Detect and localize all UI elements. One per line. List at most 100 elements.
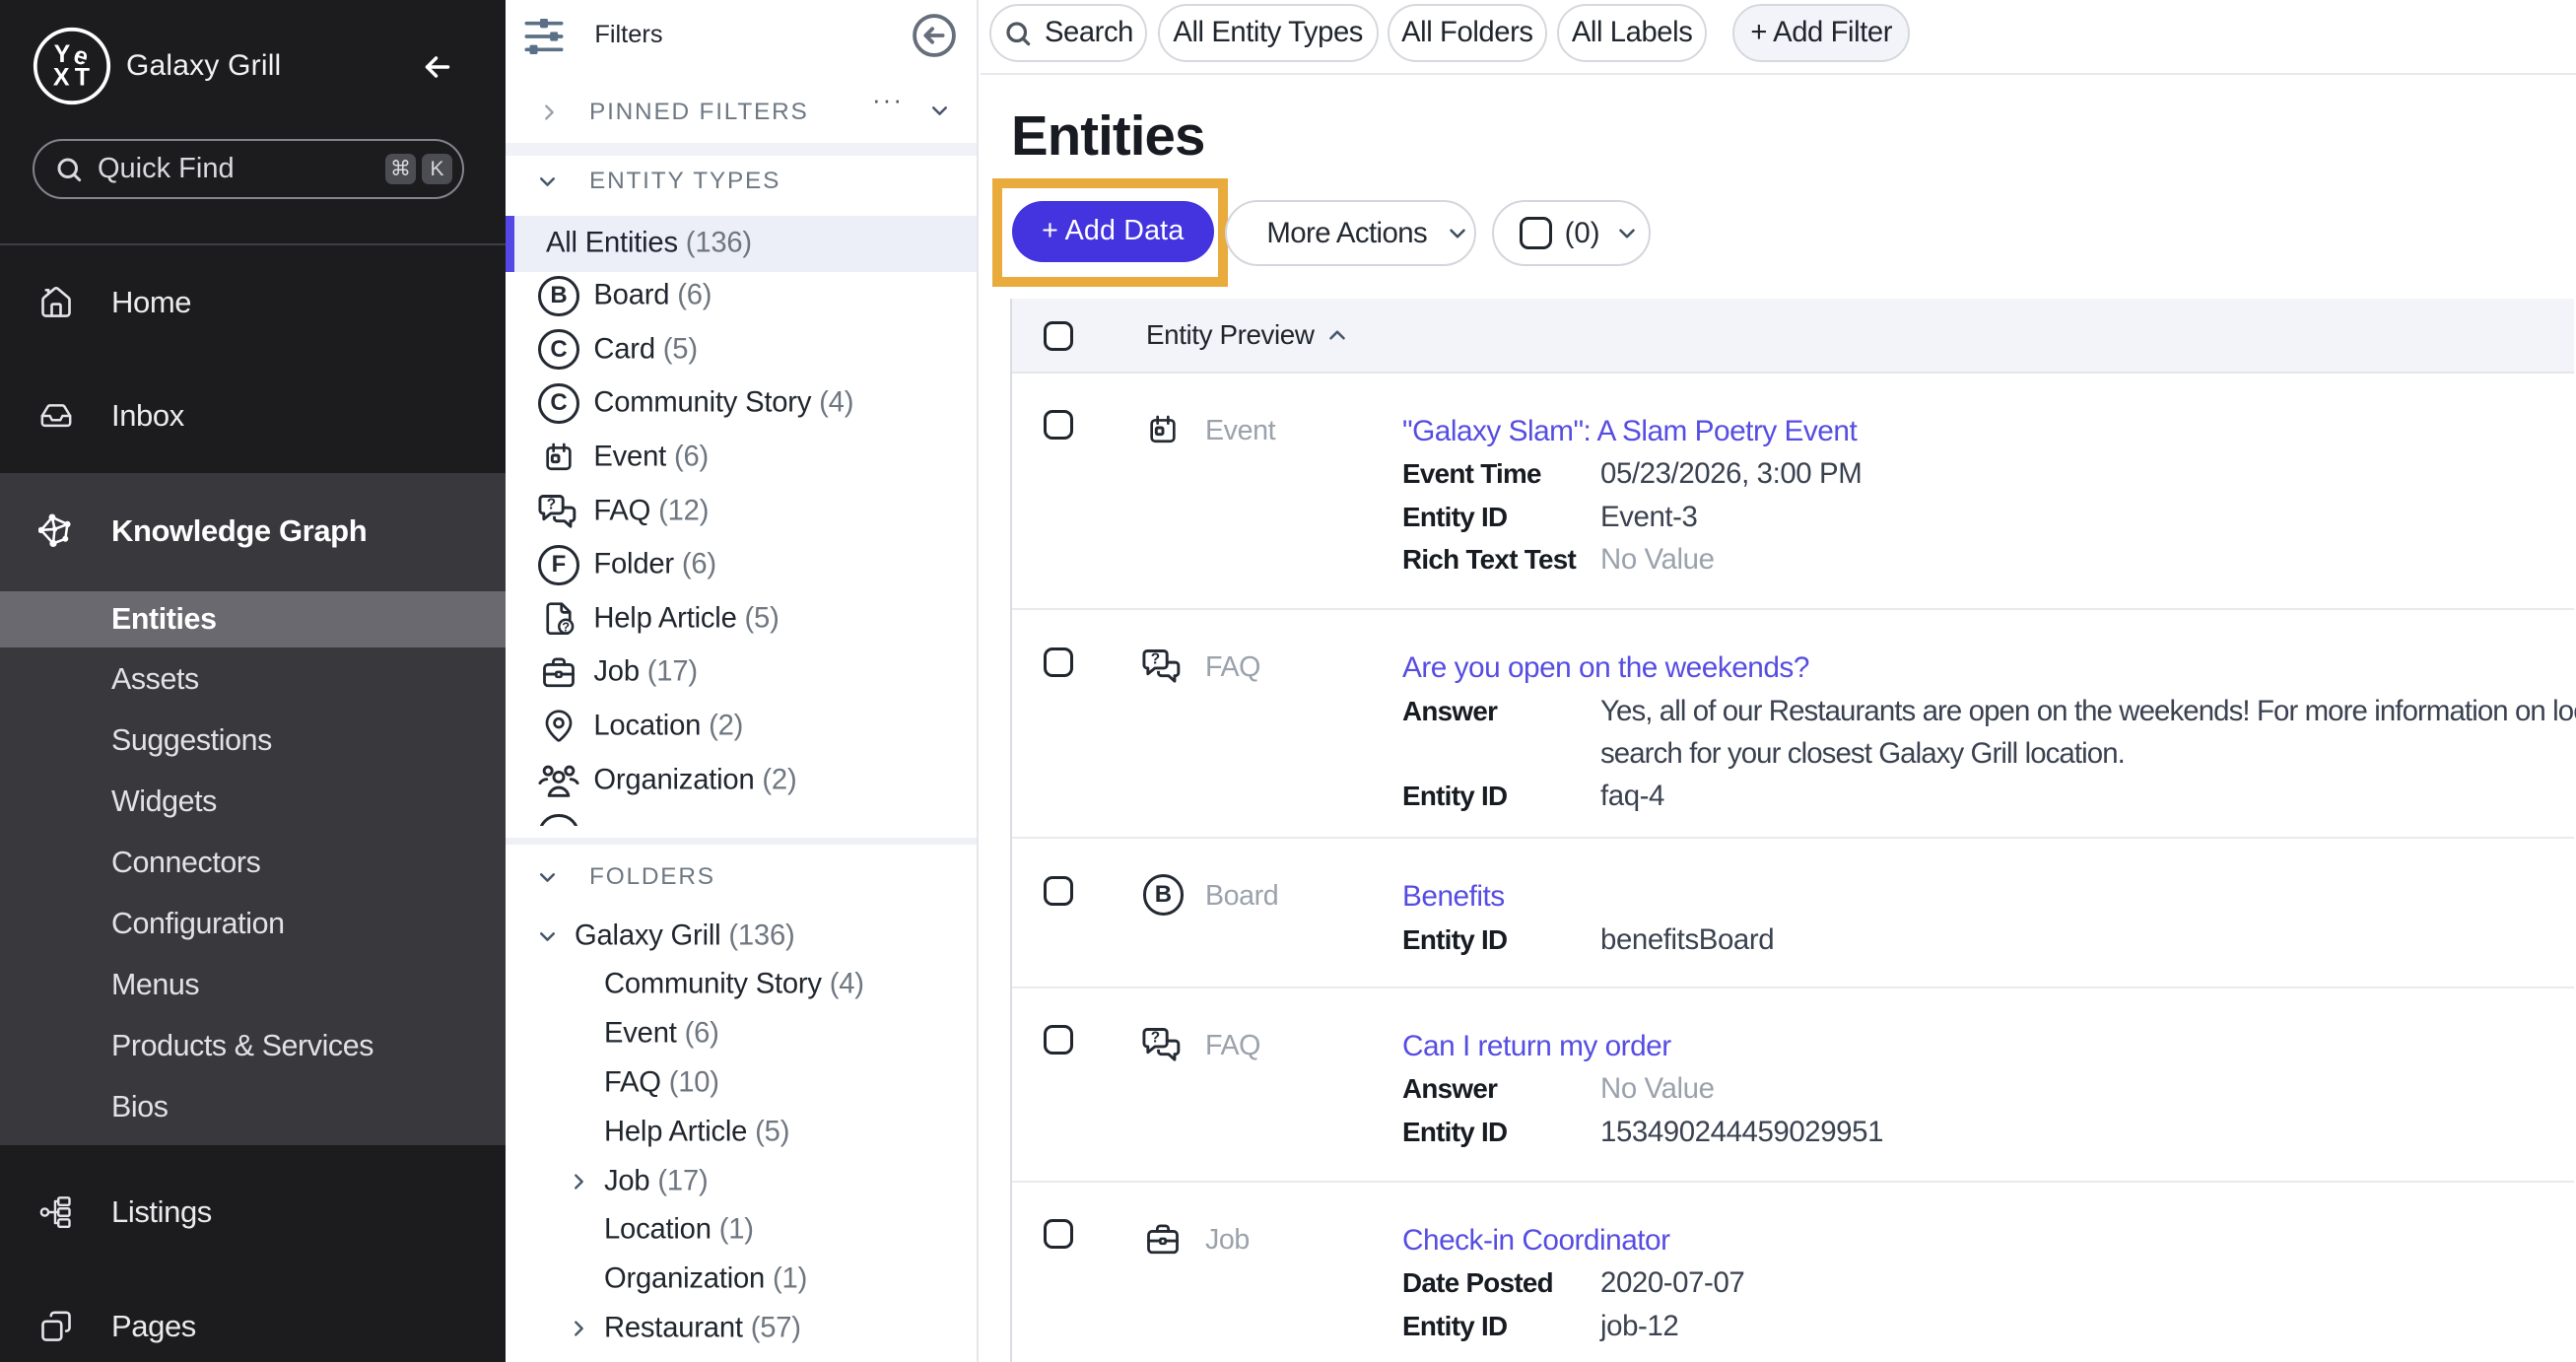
select-all-checkbox[interactable] — [1520, 217, 1552, 249]
column-entity-preview[interactable]: Entity Preview — [1146, 319, 1315, 351]
filter-type-card[interactable]: C Card (5) — [506, 323, 977, 377]
pinned-filters-more-icon[interactable]: ··· — [872, 85, 904, 115]
sidebar-item-suggestions[interactable]: Suggestions — [0, 711, 506, 772]
account-name[interactable]: Galaxy Grill — [126, 0, 281, 132]
folder-location[interactable]: Location (1) — [506, 1205, 977, 1255]
filter-type-organization[interactable]: Organization (2) — [506, 753, 977, 807]
chevron-down-icon — [535, 170, 560, 194]
folders-header[interactable]: FOLDERS — [506, 861, 977, 889]
chevron-up-icon[interactable] — [1324, 322, 1350, 348]
sidebar-item-inbox[interactable]: Inbox — [0, 360, 506, 474]
sidebar-item-products-services[interactable]: Products & Services — [0, 1016, 506, 1077]
chevron-right-icon — [568, 1318, 589, 1339]
entity-field: Rich Text Test No Value — [1402, 538, 2576, 580]
knowledge-graph-section: Knowledge Graph Entities Assets Suggesti… — [0, 473, 506, 1145]
sidebar-item-configuration[interactable]: Configuration — [0, 894, 506, 955]
filter-all-entities[interactable]: All Entities (136) — [506, 216, 977, 272]
folder-restaurant[interactable]: Restaurant (57) — [506, 1304, 977, 1353]
entity-types-header[interactable]: ENTITY TYPES — [506, 166, 977, 193]
letter-c-icon: C — [538, 329, 579, 371]
entity-title-link[interactable]: Are you open on the weekends? — [1402, 647, 2576, 689]
entity-type-label: FAQ — [1205, 1025, 1260, 1067]
sidebar-item-connectors[interactable]: Connectors — [0, 833, 506, 894]
filter-type-location[interactable]: Location (2) — [506, 700, 977, 754]
filter-chip-all-labels[interactable]: All Labels — [1557, 4, 1707, 62]
entity-title-link[interactable]: Can I return my order — [1402, 1025, 2576, 1067]
sidebar-item-home[interactable]: Home — [0, 245, 506, 360]
entity-field: Entity ID faq-4 — [1402, 775, 2576, 817]
filter-type-community-story[interactable]: C Community Story (4) — [506, 376, 977, 431]
add-data-button[interactable]: + Add Data — [1012, 201, 1214, 262]
entity-title-link[interactable]: Check-in Coordinator — [1402, 1219, 2576, 1261]
filter-type-job[interactable]: Job (17) — [506, 646, 977, 700]
page-title: Entities — [1011, 108, 1204, 164]
svg-text:?: ? — [547, 496, 556, 512]
yext-logo-icon[interactable]: Y e X T — [33, 27, 111, 105]
folder-galaxy-grill[interactable]: Galaxy Grill (136) — [506, 913, 977, 960]
header-checkbox[interactable] — [1044, 321, 1073, 351]
filter-type-folder[interactable]: F Folder (6) — [506, 538, 977, 592]
faq-bubbles-icon: ? — [1142, 1024, 1184, 1065]
entity-title-link[interactable]: "Galaxy Slam": A Slam Poetry Event — [1402, 410, 2576, 452]
svg-text:?: ? — [1151, 651, 1160, 668]
filters-back-button[interactable] — [912, 13, 957, 58]
calendar-icon — [538, 437, 579, 478]
sidebar-item-pages[interactable]: Pages — [0, 1269, 506, 1362]
row-checkbox[interactable] — [1044, 647, 1073, 677]
folder-community-story[interactable]: Community Story (4) — [506, 960, 977, 1009]
entity-title-link[interactable]: Benefits — [1402, 875, 2576, 918]
search-icon — [54, 155, 84, 184]
sidebar-item-assets[interactable]: Assets — [0, 649, 506, 711]
pinned-filters-label: PINNED FILTERS — [589, 99, 809, 126]
file-question-icon: ? — [538, 598, 579, 640]
sidebar-item-knowledge-graph[interactable]: Knowledge Graph — [0, 473, 506, 588]
row-checkbox[interactable] — [1044, 1025, 1073, 1055]
folder-children: Community Story (4) Event (6) FAQ (10) H… — [506, 960, 977, 1353]
sidebar-item-menus[interactable]: Menus — [0, 955, 506, 1016]
folder-organization[interactable]: Organization (1) — [506, 1255, 977, 1304]
entity-type-label: Event — [1205, 410, 1275, 452]
sidebar-item-bios[interactable]: Bios — [0, 1077, 506, 1138]
filter-type-help-article[interactable]: ? Help Article (5) — [506, 592, 977, 647]
sidebar-item-listings[interactable]: Listings — [0, 1155, 506, 1269]
filter-toolbar: Search All Entity Types All Folders All … — [989, 4, 1911, 62]
briefcase-icon — [1142, 1218, 1184, 1260]
panel-divider-band — [506, 838, 977, 845]
chevron-down-icon — [1445, 221, 1470, 246]
k-key-badge: K — [422, 154, 452, 184]
quick-find-placeholder: Quick Find — [98, 153, 385, 185]
filter-type-faq[interactable]: ? FAQ (12) — [506, 484, 977, 538]
add-filter-button[interactable]: + Add Filter — [1732, 4, 1910, 62]
folder-faq[interactable]: FAQ (10) — [506, 1058, 977, 1108]
sidebar-item-entities[interactable]: Entities — [0, 591, 506, 647]
more-actions-button[interactable]: More Actions — [1225, 200, 1475, 266]
toolbar-divider — [981, 73, 2576, 75]
table-row: ? FAQ Are you open on the weekends? Answ… — [1012, 610, 2574, 839]
letter-b-icon: B — [1142, 874, 1184, 916]
filter-type-board[interactable]: B Board (6) — [506, 269, 977, 323]
filter-type-event[interactable]: Event (6) — [506, 431, 977, 485]
pages-icon — [38, 1309, 74, 1344]
filter-chip-all-folders[interactable]: All Folders — [1388, 4, 1547, 62]
pinned-filters-row[interactable]: PINNED FILTERS ··· — [506, 89, 977, 136]
row-checkbox[interactable] — [1044, 410, 1073, 440]
filter-type-partial — [506, 807, 977, 826]
selection-dropdown[interactable]: (0) — [1492, 200, 1651, 266]
quick-find-input[interactable]: Quick Find ⌘ K — [33, 139, 464, 199]
entity-type-label: FAQ — [1205, 647, 1260, 689]
row-checkbox[interactable] — [1044, 1219, 1073, 1249]
search-button[interactable]: Search — [989, 4, 1147, 62]
folder-help-article[interactable]: Help Article (5) — [506, 1108, 977, 1157]
entity-field: Event Time 05/23/2026, 3:00 PM — [1402, 452, 2576, 495]
letter-f-icon: F — [538, 544, 579, 585]
entity-field: Entity ID benefitsBoard — [1402, 919, 2576, 961]
folder-event[interactable]: Event (6) — [506, 1009, 977, 1058]
sidebar-collapse-button[interactable] — [414, 43, 461, 91]
inbox-icon — [38, 398, 74, 434]
table-row: ? FAQ Can I return my order Answer No Va… — [1012, 988, 2574, 1183]
sidebar-item-widgets[interactable]: Widgets — [0, 772, 506, 833]
entity-type-label: Job — [1205, 1219, 1250, 1261]
filter-chip-all-entity-types[interactable]: All Entity Types — [1158, 4, 1379, 62]
folder-job[interactable]: Job (17) — [506, 1157, 977, 1206]
row-checkbox[interactable] — [1044, 876, 1073, 906]
